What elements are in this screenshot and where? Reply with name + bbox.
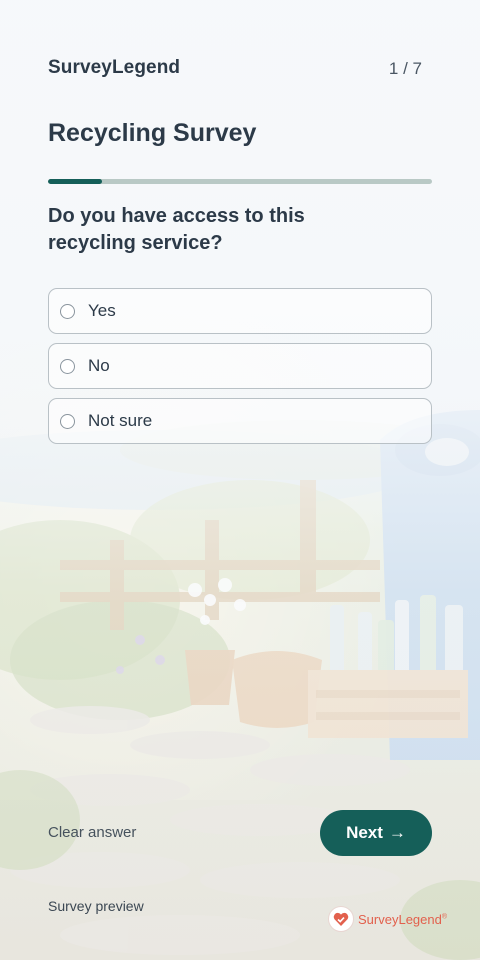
clear-answer-link[interactable]: Clear answer (48, 824, 136, 841)
question-text: Do you have access to this recycling ser… (48, 205, 305, 254)
survey-preview-label: Survey preview (48, 898, 144, 914)
option-label: No (88, 356, 110, 375)
option-label: Yes (88, 301, 116, 320)
radio-icon[interactable] (60, 358, 75, 374)
brand-name: SurveyLegend (48, 57, 181, 78)
option-label: Not sure (88, 411, 153, 430)
arrow-right-icon: → (388, 823, 406, 842)
option-not-sure[interactable]: Not sure (48, 398, 432, 444)
option-no[interactable]: No (48, 343, 432, 389)
heart-logo-icon (328, 906, 354, 932)
progress-bar-fill (48, 179, 102, 184)
logo-text: SurveyLegend® (358, 911, 448, 927)
question-counter: 1 / 7 (388, 59, 422, 78)
survey-title: Recycling Survey (48, 119, 257, 147)
surveylegend-logo[interactable]: SurveyLegend® (328, 905, 447, 933)
next-button[interactable]: Next → (320, 810, 432, 856)
option-yes[interactable]: Yes (48, 288, 432, 334)
answer-options: Yes No Not sure (48, 288, 432, 453)
radio-icon[interactable] (60, 303, 75, 319)
next-button-label: Next (346, 823, 383, 842)
survey-screen: SurveyLegend 1 / 7 Recycling Survey Do y… (0, 0, 480, 960)
radio-icon[interactable] (60, 413, 75, 429)
progress-bar (48, 179, 432, 184)
